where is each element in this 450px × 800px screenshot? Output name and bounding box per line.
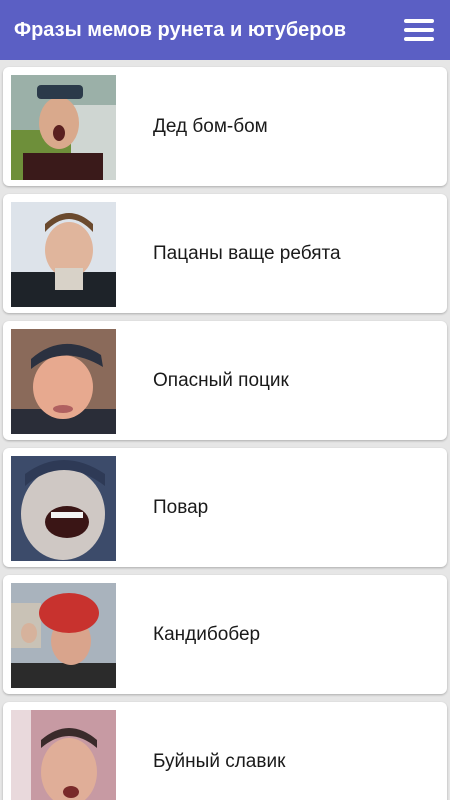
hamburger-menu-icon: [404, 19, 434, 41]
thumbnail-patsany: [11, 202, 116, 307]
list-item-label: Опасный поцик: [153, 370, 289, 391]
thumbnail-povar: [11, 456, 116, 561]
list-item-label: Кандибобер: [153, 624, 261, 645]
app-title: Фразы мемов рунета и ютуберов: [14, 18, 347, 41]
list-item-label: Пацаны ваще ребята: [153, 243, 341, 264]
thumbnail-buyny-slavik: [11, 710, 116, 800]
thumbnail-opasny-potsik: [11, 329, 116, 434]
list-item[interactable]: Буйный славик: [3, 702, 447, 800]
list-item[interactable]: Дед бом-бом: [3, 67, 447, 186]
menu-button[interactable]: [402, 16, 436, 44]
list-item-label: Буйный славик: [153, 751, 286, 772]
thumbnail-kandibober: [11, 583, 116, 688]
app-bar: Фразы мемов рунета и ютуберов: [0, 0, 450, 60]
list-item[interactable]: Повар: [3, 448, 447, 567]
list-item-label: Дед бом-бом: [153, 116, 268, 137]
list-item-label: Повар: [153, 497, 209, 518]
list-item[interactable]: Опасный поцик: [3, 321, 447, 440]
list-item[interactable]: Кандибобер: [3, 575, 447, 694]
thumbnail-ded-bom-bom: [11, 75, 116, 180]
meme-list: Дед бом-бом Пацаны ваще ребята Опасный п: [0, 60, 450, 800]
list-item[interactable]: Пацаны ваще ребята: [3, 194, 447, 313]
